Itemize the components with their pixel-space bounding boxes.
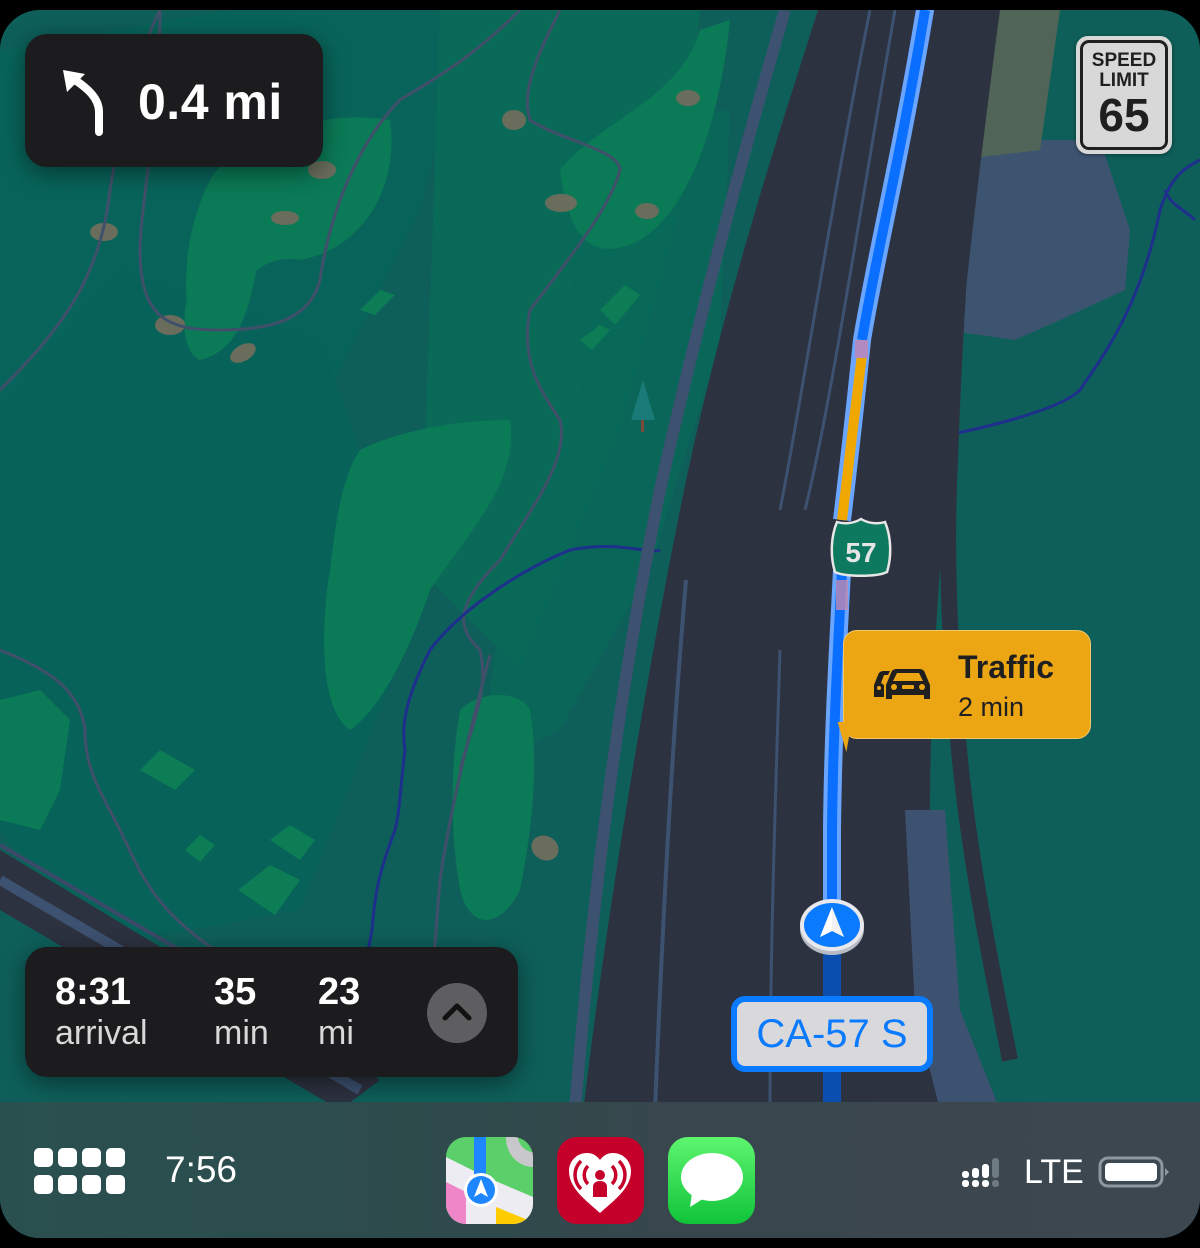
arrival-label: arrival xyxy=(55,1014,148,1052)
carplay-dock: 7:56 LTE xyxy=(0,1102,1200,1238)
maneuver-distance: 0.4 mi xyxy=(138,74,283,130)
current-location-puck xyxy=(800,899,864,955)
network-type: LTE xyxy=(1024,1153,1084,1191)
speed-limit-sign: SPEED LIMIT 65 xyxy=(1076,36,1172,154)
maps-app-icon[interactable] xyxy=(446,1137,533,1224)
speed-limit-line2: LIMIT xyxy=(1099,70,1149,91)
battery-icon xyxy=(1098,1156,1169,1188)
trip-summary-panel[interactable]: 8:31 arrival 35 min 23 mi xyxy=(25,947,518,1077)
distance-label: mi xyxy=(318,1014,354,1052)
route-shield-number: 57 xyxy=(845,537,876,568)
route-shield-57: 57 xyxy=(830,517,892,577)
speed-limit-line1: SPEED xyxy=(1091,50,1157,71)
distance-value: 23 xyxy=(318,971,361,1013)
traffic-alert[interactable]: Traffic 2 min xyxy=(832,630,1091,752)
messages-app-icon[interactable] xyxy=(668,1137,755,1224)
traffic-title: Traffic xyxy=(958,649,1055,685)
current-road-label: CA-57 S xyxy=(731,996,933,1072)
duration-value: 35 xyxy=(214,971,257,1013)
arrival-column: 8:31 arrival xyxy=(55,971,148,1053)
maneuver-panel[interactable]: 0.4 mi xyxy=(25,34,323,167)
duration-column: 35 min xyxy=(214,971,269,1053)
status-time: 7:56 xyxy=(165,1149,238,1190)
distance-column: 23 mi xyxy=(318,971,360,1053)
cellular-signal-icon xyxy=(962,1158,999,1187)
chevron-up-icon xyxy=(442,1003,472,1021)
arrival-time: 8:31 xyxy=(55,971,132,1013)
carplay-screen: 0.4 mi SPEED LIMIT 65 57 Traffic 2 min C… xyxy=(0,10,1200,1238)
speed-limit-value: 65 xyxy=(1098,89,1150,141)
expand-trip-button[interactable] xyxy=(427,983,487,1043)
iheartradio-app-icon[interactable] xyxy=(557,1137,644,1224)
turn-left-arrow-icon xyxy=(63,70,103,136)
cars-icon xyxy=(874,669,930,699)
traffic-delay: 2 min xyxy=(958,692,1025,722)
duration-label: min xyxy=(214,1014,269,1052)
app-grid-icon[interactable] xyxy=(34,1148,126,1194)
